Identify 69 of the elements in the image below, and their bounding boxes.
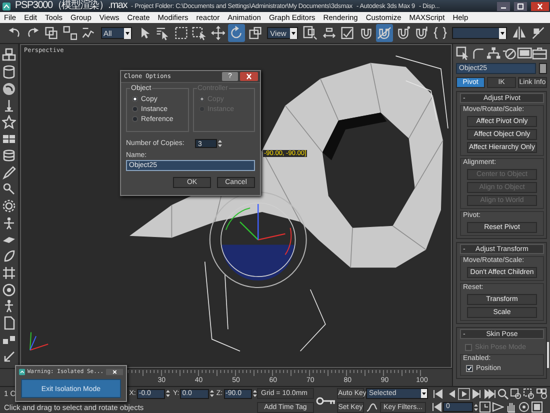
check-square-icon[interactable] xyxy=(339,24,356,42)
magnifier-square-icon[interactable] xyxy=(510,388,522,400)
disc-icon[interactable] xyxy=(2,282,16,297)
figure-icon[interactable] xyxy=(2,299,16,314)
mirror-icon[interactable] xyxy=(511,24,528,42)
caret-icon xyxy=(499,28,506,38)
app-icon xyxy=(19,368,26,376)
dashed-square-cursor-icon[interactable] xyxy=(191,24,208,42)
braces-icon[interactable] xyxy=(432,24,448,42)
pivot-squares-icon[interactable] xyxy=(302,24,319,42)
triangle-icon[interactable] xyxy=(492,401,504,413)
grid-icon[interactable] xyxy=(2,266,16,280)
skip-end-icon[interactable] xyxy=(484,388,496,400)
radio-button[interactable] xyxy=(132,116,138,122)
overlapping-squares-icon[interactable] xyxy=(43,24,60,42)
leaf-icon[interactable] xyxy=(2,249,16,264)
caret-icon xyxy=(124,28,131,38)
close-icon[interactable] xyxy=(106,368,123,376)
close-icon[interactable] xyxy=(240,72,258,81)
scale-squares-icon[interactable] xyxy=(246,24,264,42)
magnifier-square-icon[interactable] xyxy=(523,388,535,400)
caret-icon xyxy=(290,28,298,38)
key-mode-icon[interactable] xyxy=(432,401,442,413)
curve-icon[interactable] xyxy=(471,46,486,60)
radio-button[interactable] xyxy=(132,106,138,112)
maximize-icon[interactable] xyxy=(531,401,543,413)
sphere-icon[interactable] xyxy=(2,82,16,96)
hierarchy-icon[interactable] xyxy=(486,46,502,60)
step-forward-icon[interactable] xyxy=(471,388,483,400)
page-icon[interactable] xyxy=(2,316,16,330)
checkbox[interactable] xyxy=(466,364,473,372)
clock-icon[interactable] xyxy=(479,401,491,413)
orbit-icon[interactable] xyxy=(518,401,530,413)
circle-slash-icon[interactable] xyxy=(502,46,517,60)
dashed-square-icon[interactable] xyxy=(172,24,190,42)
wireframe-line xyxy=(300,289,326,352)
radio-button[interactable] xyxy=(132,96,138,102)
pencil-icon[interactable] xyxy=(2,166,16,180)
toolbox-icon[interactable] xyxy=(532,46,548,60)
monitor-icon[interactable] xyxy=(516,46,532,60)
play-icon[interactable] xyxy=(458,388,470,400)
key-icon[interactable] xyxy=(316,396,336,406)
close-icon[interactable] xyxy=(531,2,549,10)
maximize-icon[interactable] xyxy=(514,2,527,10)
arrow-icon[interactable] xyxy=(2,350,16,364)
stack-icon[interactable] xyxy=(2,148,16,163)
move-arrows-icon[interactable] xyxy=(210,24,226,42)
star-icon[interactable] xyxy=(2,115,16,130)
cubes-icon[interactable] xyxy=(2,48,16,62)
caret-icon xyxy=(421,389,427,398)
figure-icon[interactable] xyxy=(2,216,16,230)
minimize-icon[interactable] xyxy=(497,2,510,10)
skip-start-icon[interactable] xyxy=(432,388,444,400)
axis-tripod-icon xyxy=(30,332,49,351)
lamp-icon[interactable] xyxy=(2,98,16,113)
color-swatch[interactable] xyxy=(539,63,547,74)
gear-icon[interactable] xyxy=(2,198,16,213)
magnet-icon[interactable] xyxy=(376,24,393,42)
magnifier-square-icon[interactable] xyxy=(536,388,548,400)
scrollbar-thumb[interactable] xyxy=(547,342,549,368)
align-icon[interactable] xyxy=(530,24,546,42)
magnifier-icon[interactable] xyxy=(497,388,509,400)
curve-icon[interactable] xyxy=(366,402,378,412)
separated-squares-icon[interactable] xyxy=(62,24,78,42)
cylinder-icon[interactable] xyxy=(2,65,16,80)
wrench-icon[interactable] xyxy=(2,182,16,196)
app-icon xyxy=(2,2,11,10)
dropdown[interactable] xyxy=(452,27,508,39)
magnet-icon[interactable] xyxy=(413,24,430,42)
